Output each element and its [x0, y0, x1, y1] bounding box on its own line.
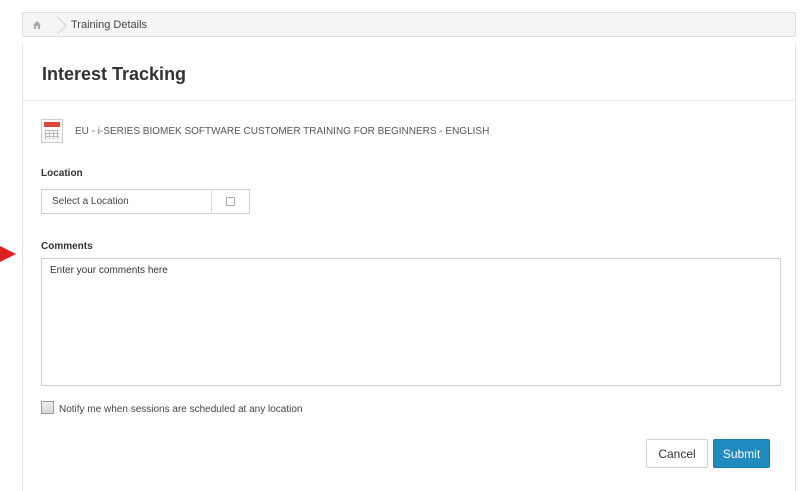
breadcrumb-current[interactable]: Training Details [61, 19, 147, 31]
training-title: EU - i-SERIES BIOMEK SOFTWARE CUSTOMER T… [75, 125, 490, 137]
notify-row: Notify me when sessions are scheduled at… [41, 399, 302, 415]
cancel-button[interactable]: Cancel [646, 439, 708, 468]
home-icon[interactable] [23, 13, 51, 36]
location-picker-button[interactable] [211, 190, 249, 213]
comments-label: Comments [41, 241, 93, 252]
location-select-value[interactable]: Select a Location [42, 196, 211, 207]
comments-textarea[interactable]: Enter your comments here [41, 258, 781, 386]
picker-icon [226, 197, 235, 206]
breadcrumb: Training Details [22, 12, 796, 37]
notify-label[interactable]: Notify me when sessions are scheduled at… [59, 399, 302, 415]
annotation-arrow-icon [0, 246, 16, 262]
title-divider [23, 100, 795, 101]
training-info: EU - i-SERIES BIOMEK SOFTWARE CUSTOMER T… [41, 116, 489, 146]
submit-button[interactable]: Submit [713, 439, 770, 468]
location-label: Location [41, 168, 83, 179]
location-select[interactable]: Select a Location [41, 189, 250, 214]
calendar-icon [41, 119, 63, 143]
interest-tracking-panel: Interest Tracking EU - i-SERIES BIOMEK S… [22, 44, 796, 491]
page-title: Interest Tracking [42, 64, 187, 84]
notify-checkbox[interactable] [41, 400, 54, 414]
right-frame [796, 0, 810, 491]
breadcrumb-separator [51, 13, 61, 36]
